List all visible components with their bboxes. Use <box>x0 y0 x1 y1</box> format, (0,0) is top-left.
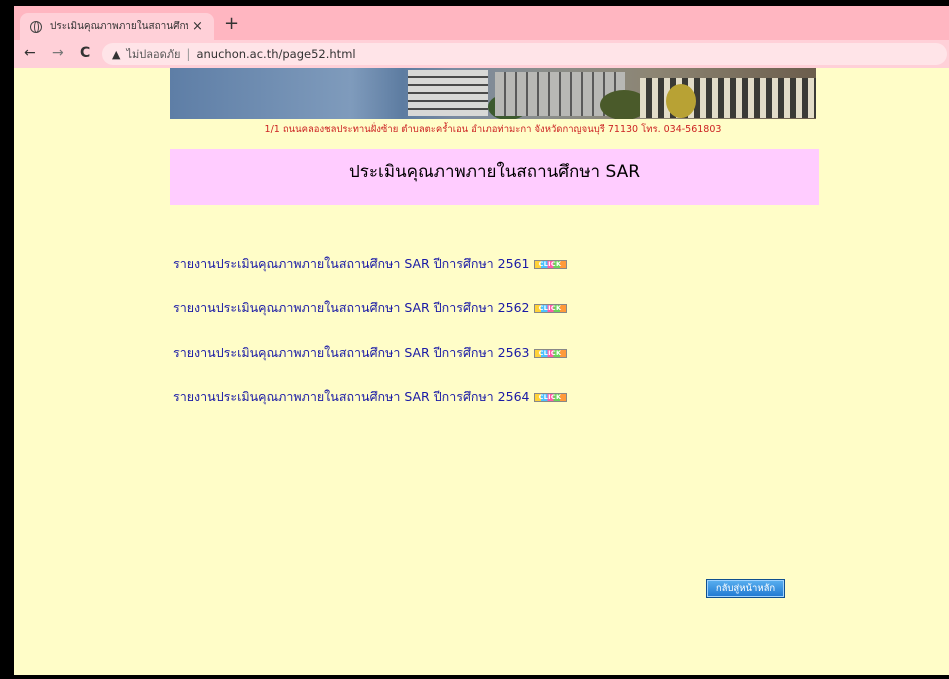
forward-button[interactable]: → <box>52 45 64 61</box>
title-box: ประเมินคุณภาพภายในสถานศึกษา SAR <box>170 149 819 205</box>
link-label[interactable]: รายงานประเมินคุณภาพภายในสถานศึกษา SAR ปี… <box>173 298 530 318</box>
new-tab-button[interactable]: + <box>224 15 239 33</box>
security-label[interactable]: ไม่ปลอดภัย <box>126 45 180 63</box>
browser-toolbar: ← → C ▲ ไม่ปลอดภัย | anuchon.ac.th/page5… <box>14 40 949 69</box>
tab-close-button[interactable]: × <box>192 19 203 34</box>
address-bar[interactable]: ▲ ไม่ปลอดภัย | anuchon.ac.th/page52.html <box>102 43 947 65</box>
tab-title: ประเมินคุณภาพภายในสถานศึกษา <box>50 21 188 32</box>
back-button[interactable]: ← <box>24 45 36 61</box>
link-label[interactable]: รายงานประเมินคุณภาพภายในสถานศึกษา SAR ปี… <box>173 343 530 363</box>
page-content: 1/1 ถนนคลองชลประทานฝั่งซ้าย ตำบลตะคร้ำเอ… <box>14 68 949 675</box>
sar-link-2564[interactable]: รายงานประเมินคุณภาพภายในสถานศึกษา SAR ปี… <box>173 387 567 407</box>
school-banner-image <box>170 68 816 119</box>
click-badge-icon[interactable]: CLICK <box>533 348 567 358</box>
sar-link-2563[interactable]: รายงานประเมินคุณภาพภายในสถานศึกษา SAR ปี… <box>173 343 567 363</box>
tab-active[interactable]: ประเมินคุณภาพภายในสถานศึกษา × <box>20 13 214 40</box>
tab-bar: ประเมินคุณภาพภายในสถานศึกษา × + <box>14 6 949 40</box>
url-separator: | <box>186 47 191 61</box>
url-text[interactable]: anuchon.ac.th/page52.html <box>196 47 355 61</box>
school-address: 1/1 ถนนคลองชลประทานฝั่งซ้าย ตำบลตะคร้ำเอ… <box>264 124 722 135</box>
sar-link-2562[interactable]: รายงานประเมินคุณภาพภายในสถานศึกษา SAR ปี… <box>173 298 567 318</box>
link-label[interactable]: รายงานประเมินคุณภาพภายในสถานศึกษา SAR ปี… <box>173 387 530 407</box>
sar-link-2561[interactable]: รายงานประเมินคุณภาพภายในสถานศึกษา SAR ปี… <box>173 254 567 274</box>
page-title: ประเมินคุณภาพภายในสถานศึกษา SAR <box>348 162 641 182</box>
browser-window: ประเมินคุณภาพภายในสถานศึกษา × + ← → C ▲ … <box>14 6 949 675</box>
globe-icon <box>30 20 42 33</box>
click-badge-icon[interactable]: CLICK <box>533 259 567 269</box>
click-badge-icon[interactable]: CLICK <box>533 392 567 402</box>
warning-triangle-icon[interactable]: ▲ <box>112 48 120 61</box>
reload-button[interactable]: C <box>80 45 90 61</box>
screen-frame: ประเมินคุณภาพภายในสถานศึกษา × + ← → C ▲ … <box>0 0 949 679</box>
back-to-home-button[interactable]: กลับสู่หน้าหลัก <box>706 579 785 598</box>
click-badge-icon[interactable]: CLICK <box>533 303 567 313</box>
link-label[interactable]: รายงานประเมินคุณภาพภายในสถานศึกษา SAR ปี… <box>173 254 530 274</box>
